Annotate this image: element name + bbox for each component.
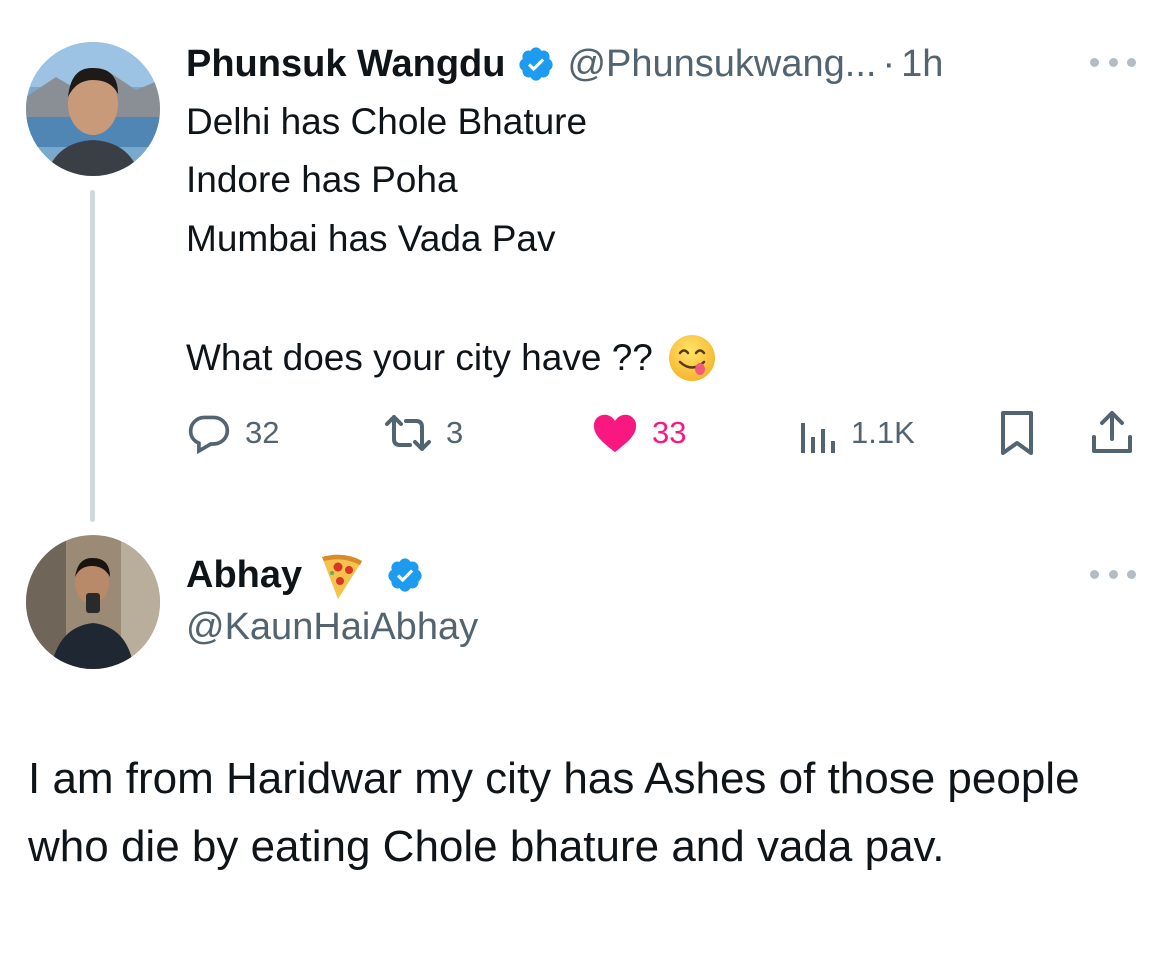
author-handle[interactable]: @Phunsukwang... bbox=[567, 43, 876, 86]
pizza-emoji-icon bbox=[322, 554, 363, 599]
retweet-button[interactable]: 3 bbox=[384, 411, 463, 455]
like-button[interactable]: 33 bbox=[592, 411, 686, 455]
more-options-icon[interactable] bbox=[1090, 564, 1136, 584]
author-avatar-phunsuk[interactable] bbox=[26, 42, 160, 176]
reply-tweet-text: I am from Haridwar my city has Ashes of … bbox=[28, 754, 1080, 871]
reply-count: 32 bbox=[245, 415, 280, 450]
reply-button[interactable]: 32 bbox=[187, 411, 279, 455]
share-icon bbox=[1092, 411, 1132, 453]
thread-connector-line bbox=[90, 190, 95, 522]
bookmark-button[interactable] bbox=[997, 409, 1037, 457]
bookmark-icon bbox=[1001, 411, 1033, 455]
tweet-question-text: What does your city have ?? bbox=[186, 337, 653, 378]
yum-face-emoji-icon bbox=[668, 335, 715, 381]
reply-icon bbox=[188, 415, 230, 455]
more-options-icon[interactable] bbox=[1090, 52, 1136, 72]
tweet-text-line-question: What does your city have ?? bbox=[186, 333, 717, 383]
tweet2-header: Abhay bbox=[186, 545, 424, 605]
tweet-text-line: Indore has Poha bbox=[186, 159, 458, 200]
tweet-timestamp[interactable]: 1h bbox=[901, 43, 943, 86]
views-chart-icon bbox=[801, 423, 835, 453]
views-button[interactable]: 1.1K bbox=[797, 411, 915, 455]
author-avatar-abhay[interactable] bbox=[26, 535, 160, 669]
reply-author-name[interactable]: Abhay bbox=[186, 554, 302, 597]
tweet1-header: Phunsuk Wangdu @Phunsukwang... · 1h bbox=[186, 38, 943, 90]
retweet-count: 3 bbox=[446, 415, 464, 450]
author-name[interactable]: Phunsuk Wangdu bbox=[186, 43, 505, 86]
share-button[interactable] bbox=[1090, 409, 1134, 457]
tweet-text-line: Delhi has Chole Bhature bbox=[186, 101, 588, 142]
tweet-text-line: Mumbai has Vada Pav bbox=[186, 218, 556, 259]
heart-icon bbox=[593, 414, 637, 453]
retweet-icon bbox=[385, 415, 431, 451]
verified-badge-icon bbox=[519, 47, 554, 81]
reply-author-handle[interactable]: @KaunHaiAbhay bbox=[186, 606, 478, 649]
separator-dot: · bbox=[882, 42, 896, 85]
views-count: 1.1K bbox=[851, 415, 915, 450]
verified-badge-icon bbox=[388, 558, 422, 592]
like-count: 33 bbox=[652, 415, 687, 450]
